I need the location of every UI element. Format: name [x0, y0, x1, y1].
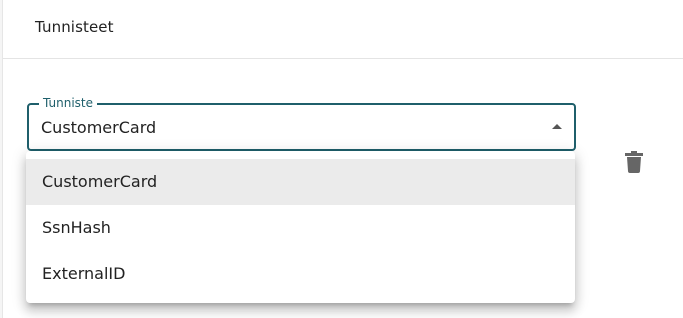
identifier-options-menu: CustomerCard SsnHash ExternalID — [26, 151, 575, 303]
arrow-drop-up-icon[interactable] — [552, 124, 562, 129]
identifier-select[interactable]: Tunniste CustomerCard — [27, 96, 576, 151]
card-header: Tunnisteet — [3, 0, 683, 59]
identifier-select-label: Tunniste — [39, 96, 97, 110]
menu-option-externalid[interactable]: ExternalID — [26, 251, 575, 297]
menu-option-ssnhash[interactable]: SsnHash — [26, 205, 575, 251]
menu-option-customercard[interactable]: CustomerCard — [26, 159, 575, 205]
identifier-select-value: CustomerCard — [41, 118, 157, 137]
card-title: Tunnisteet — [35, 18, 114, 36]
trash-icon[interactable] — [625, 151, 643, 173]
